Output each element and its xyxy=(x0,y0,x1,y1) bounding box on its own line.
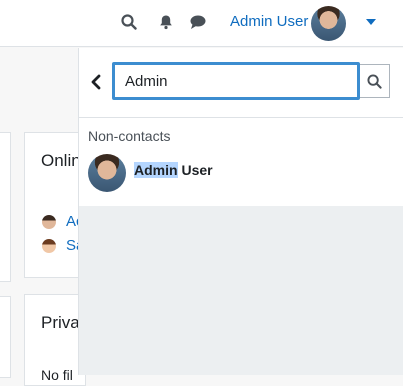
drawer-search-header xyxy=(79,48,403,118)
search-icon[interactable] xyxy=(120,13,138,31)
messaging-drawer: Non-contacts Admin User xyxy=(78,48,403,375)
avatar xyxy=(88,154,126,192)
result-user-name: Admin User xyxy=(134,162,213,178)
user-avatar[interactable] xyxy=(311,6,346,41)
top-navbar: Admin User xyxy=(0,0,403,47)
search-results: Non-contacts Admin User xyxy=(79,118,403,206)
user-avatar xyxy=(42,215,56,229)
private-files-text: No fil xyxy=(41,367,73,383)
search-button[interactable] xyxy=(360,64,390,98)
match-highlight: Admin xyxy=(134,162,178,178)
result-name-rest: User xyxy=(177,162,213,178)
chat-icon[interactable] xyxy=(189,13,207,31)
list-item[interactable]: Admin User xyxy=(79,152,403,202)
chevron-down-icon[interactable] xyxy=(366,19,376,25)
user-menu-name[interactable]: Admin User xyxy=(230,13,308,30)
user-avatar xyxy=(42,239,56,253)
left-card xyxy=(0,132,11,282)
search-icon xyxy=(367,73,382,89)
left-card-lower xyxy=(0,296,11,378)
bell-icon[interactable] xyxy=(157,13,175,31)
private-files-title: Priva xyxy=(41,313,80,332)
private-files-card: Priva No fil xyxy=(24,294,86,386)
online-users-title: Onlin xyxy=(41,151,81,170)
online-users-card: Onlin Ac Sa xyxy=(24,132,86,278)
back-arrow-icon[interactable] xyxy=(89,72,103,92)
search-input[interactable] xyxy=(112,62,360,100)
non-contacts-label: Non-contacts xyxy=(88,128,171,144)
